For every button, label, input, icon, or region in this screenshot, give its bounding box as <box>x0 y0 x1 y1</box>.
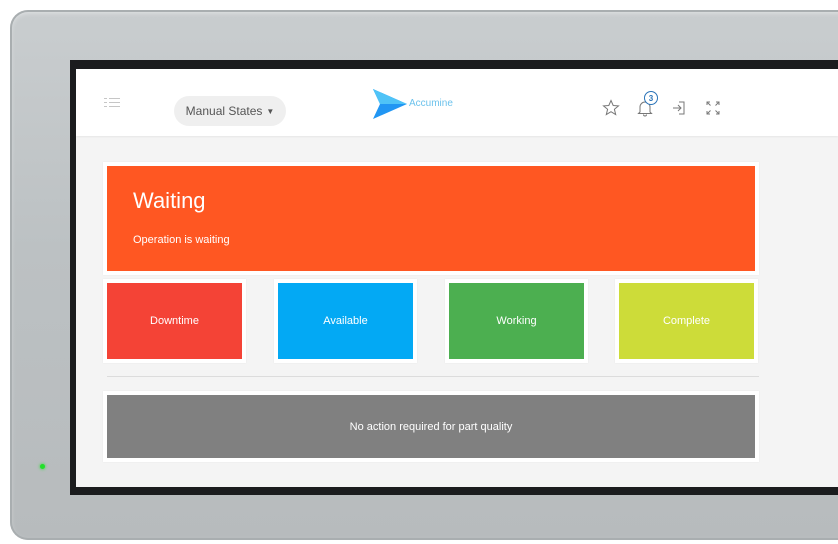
sign-out-icon[interactable] <box>670 99 688 117</box>
power-led <box>40 464 45 469</box>
section-divider <box>107 376 759 377</box>
status-description: Operation is waiting <box>133 234 230 246</box>
manual-states-dropdown[interactable]: Manual States ▼ <box>174 96 286 126</box>
star-icon[interactable] <box>602 99 620 117</box>
downtime-button[interactable]: Downtime <box>107 283 242 359</box>
current-status-panel: Waiting Operation is waiting <box>107 166 755 271</box>
fullscreen-icon[interactable] <box>704 99 722 117</box>
part-quality-status: No action required for part quality <box>107 395 755 458</box>
play-logo-icon <box>373 89 407 119</box>
chevron-down-icon: ▼ <box>266 106 275 116</box>
available-button[interactable]: Available <box>278 283 413 359</box>
top-navigation-bar: Manual States ▼ Accumine 3 <box>76 69 838 136</box>
status-title: Waiting <box>133 188 206 213</box>
app-screen: Manual States ▼ Accumine 3 Waiting Opera… <box>76 69 838 487</box>
notification-count-badge: 3 <box>644 91 658 105</box>
menu-icon[interactable] <box>104 98 120 108</box>
manual-states-label: Manual States <box>185 104 263 118</box>
complete-button[interactable]: Complete <box>619 283 754 359</box>
working-button[interactable]: Working <box>449 283 584 359</box>
brand-name: Accumine <box>409 98 453 109</box>
